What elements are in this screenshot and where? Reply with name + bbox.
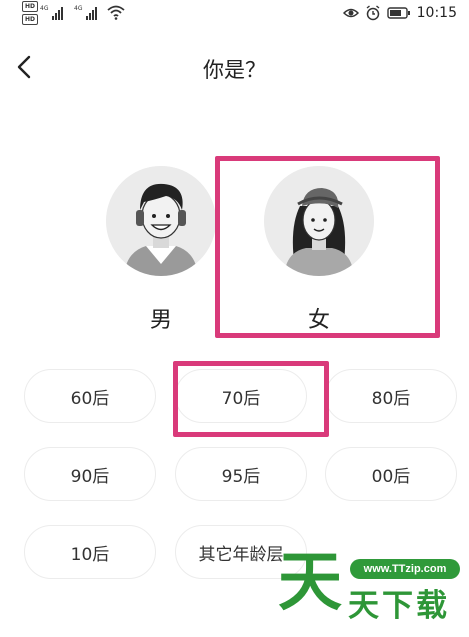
svg-text:4G: 4G [40,5,49,12]
age-option-90s[interactable]: 90后 [24,447,156,501]
age-option-10s[interactable]: 10后 [24,525,156,579]
watermark-text: 天下载 [348,588,450,624]
female-avatar [264,166,374,276]
age-option-95s[interactable]: 95后 [175,447,307,501]
status-right: 10:15 [342,2,457,24]
gender-label-female: 女 [307,308,330,333]
male-avatar-icon [106,166,216,276]
gender-option-male[interactable]: 男 [106,166,218,336]
age-option-60s[interactable]: 60后 [24,369,156,423]
age-option-70s[interactable]: 70后 [175,369,307,423]
age-option-00s[interactable]: 00后 [325,447,457,501]
signal-icon: 4G [74,5,97,20]
hd-badge-icon: HD [22,14,38,25]
top-bar: 你是？ [0,44,469,92]
gender-label-male: 男 [149,308,172,333]
hd-badge-icon: HD [22,1,38,12]
female-avatar-icon [264,166,374,276]
eye-icon [342,8,359,18]
watermark-big-char: 天 [278,546,342,620]
page-title: 你是？ [203,58,266,82]
hd-badges: HD HD [22,1,38,27]
status-bar: HD HD 4G 4G 10:15 [0,0,469,26]
watermark-url: www.TTzip.com [350,559,460,579]
gender-option-female[interactable]: 女 [264,166,376,336]
age-option-80s[interactable]: 80后 [325,369,457,423]
wifi-icon [107,5,125,20]
watermark-logo: 天 www.TTzip.com 天下载 [276,546,466,634]
svg-text:4G: 4G [74,5,83,12]
status-time: 10:15 [416,5,457,21]
battery-icon [386,7,410,19]
alarm-icon [366,5,380,21]
male-avatar [106,166,216,276]
signal-icon: 4G [40,5,63,20]
